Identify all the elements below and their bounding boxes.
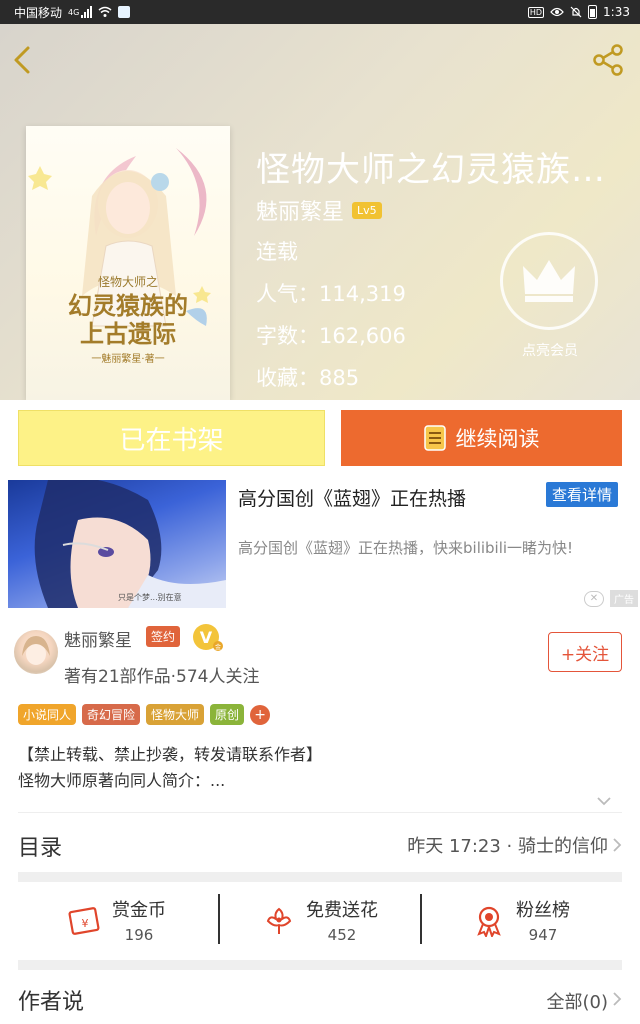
signed-badge: 签约 bbox=[146, 626, 181, 647]
stats-row: ¥ 赏金币 196 免费送花 452 粉丝榜 947 bbox=[18, 882, 622, 958]
intro-line-2: 怪物大师原著向同人简介：... bbox=[18, 771, 226, 790]
ad-title[interactable]: 高分国创《蓝翅》正在热播 bbox=[238, 484, 466, 511]
chevron-right-icon bbox=[613, 992, 622, 1006]
cover-illustration: 怪物大师之 幻灵猿族的 上古遗际 一魅丽繁星·著一 bbox=[28, 148, 211, 365]
book-cover[interactable]: 怪物大师之 幻灵猿族的 上古遗际 一魅丽繁星·著一 bbox=[26, 126, 230, 400]
ad-tag: 广告 bbox=[610, 590, 638, 607]
flower-icon bbox=[266, 907, 292, 934]
expand-chevron-icon[interactable] bbox=[594, 794, 614, 808]
book-favorites: 收藏：885 bbox=[256, 366, 360, 390]
network-label: 4G bbox=[68, 7, 80, 17]
ad-close-icon[interactable]: ✕ bbox=[584, 590, 604, 607]
stat-label: 粉丝榜 bbox=[516, 900, 570, 921]
ad-image-caption: 只是个梦...别在意 bbox=[118, 592, 182, 602]
verified-badge-icon: V 金 bbox=[193, 624, 223, 651]
add-tag-button[interactable]: + bbox=[250, 704, 271, 725]
svg-text:¥: ¥ bbox=[82, 917, 89, 930]
section-divider bbox=[18, 872, 622, 882]
book-word-count: 字数：162,606 bbox=[256, 324, 406, 348]
carrier-label: 中国移动 bbox=[14, 5, 63, 20]
divider bbox=[420, 894, 422, 944]
author-stats: 著有21部作品·574人关注 bbox=[64, 667, 260, 687]
back-icon[interactable] bbox=[8, 42, 38, 78]
continue-reading-label: 继续阅读 bbox=[455, 427, 540, 451]
hd-icon: HD bbox=[527, 6, 545, 18]
vip-label: 点亮会员 bbox=[522, 343, 578, 359]
author-avatar[interactable] bbox=[14, 630, 58, 674]
ad-description: 高分国创《蓝翅》正在热播，快来bilibili一睹为快! bbox=[238, 539, 574, 557]
in-shelf-button[interactable]: 已在书架 bbox=[18, 410, 325, 466]
book-author-name[interactable]: 魅丽繁星 bbox=[256, 194, 344, 226]
stat-label: 赏金币 bbox=[112, 900, 166, 921]
stat-value: 196 bbox=[124, 926, 154, 944]
time-label: 1:33 bbox=[603, 5, 630, 19]
catalog-row[interactable]: 目录 昨天 17:23 · 骑士的信仰 bbox=[0, 820, 640, 868]
author-name[interactable]: 魅丽繁星 bbox=[64, 626, 132, 651]
wifi-icon bbox=[98, 6, 112, 17]
intro-line-1: 【禁止转载、禁止抄袭，转发请联系作者】 bbox=[18, 745, 323, 764]
share-icon[interactable] bbox=[590, 42, 626, 78]
ad-detail-button[interactable]: 查看详情 bbox=[546, 482, 619, 507]
tag-item[interactable]: 怪物大师 bbox=[146, 704, 205, 725]
cover-title-line2: 幻灵猿族的 bbox=[68, 291, 188, 320]
divider bbox=[18, 812, 622, 813]
book-title: 怪物大师之幻灵猿族的... bbox=[256, 150, 636, 190]
ad-footer: ✕ 广告 bbox=[584, 590, 638, 607]
cover-title-line1: 怪物大师之 bbox=[98, 275, 158, 289]
follow-button[interactable]: +关注 bbox=[548, 632, 622, 672]
book-icon bbox=[423, 425, 446, 451]
signal-icon bbox=[81, 6, 93, 18]
section-divider bbox=[18, 960, 622, 970]
book-header: 怪物大师之 幻灵猿族的 上古遗际 一魅丽繁星·著一 怪物大师之幻灵猿族的... … bbox=[0, 24, 640, 400]
book-intro: 【禁止转载、禁止抄袭，转发请联系作者】 怪物大师原著向同人简介：... bbox=[18, 742, 622, 794]
status-bar: 中国移动 4G HD 1:33 bbox=[0, 0, 640, 24]
ad-banner[interactable]: 只是个梦...别在意 高分国创《蓝翅》正在热播 查看详情 高分国创《蓝翅》正在热… bbox=[0, 478, 640, 614]
verified-badge-sub: 金 bbox=[215, 643, 221, 651]
send-flower-button[interactable]: 免费送花 452 bbox=[262, 882, 378, 958]
continue-reading-button[interactable]: 继续阅读 bbox=[341, 410, 622, 466]
author-level-badge: Lv5 bbox=[352, 201, 382, 219]
battery-icon bbox=[588, 5, 598, 19]
author-says-row[interactable]: 作者说 全部(0) bbox=[0, 972, 640, 1024]
mute-bell-icon bbox=[570, 6, 582, 18]
action-bar: 已在书架 继续阅读 bbox=[0, 400, 640, 478]
book-author-line: 魅丽繁星 Lv5 bbox=[256, 194, 382, 226]
verified-badge-letter: V bbox=[200, 628, 213, 647]
tag-list: 小说同人 奇幻冒险 怪物大师 原创 + bbox=[18, 704, 271, 725]
vip-emblem[interactable]: 点亮会员 bbox=[500, 232, 600, 372]
cover-author: 一魅丽繁星·著一 bbox=[91, 352, 164, 365]
tag-item[interactable]: 小说同人 bbox=[18, 704, 77, 725]
fan-ranking-button[interactable]: 粉丝榜 947 bbox=[472, 882, 570, 958]
tag-item[interactable]: 原创 bbox=[210, 704, 245, 725]
coin-envelope-icon: ¥ bbox=[68, 907, 100, 935]
divider bbox=[218, 894, 220, 944]
crown-icon bbox=[500, 232, 598, 330]
book-status: 连载 bbox=[256, 240, 298, 264]
book-popularity: 人气：114,319 bbox=[256, 282, 406, 306]
cover-title-line3: 上古遗际 bbox=[80, 319, 176, 348]
author-says-label: 作者说 bbox=[18, 990, 85, 1015]
stat-value: 452 bbox=[327, 926, 357, 944]
stat-label: 免费送花 bbox=[306, 900, 378, 921]
reward-coins-button[interactable]: ¥ 赏金币 196 bbox=[68, 882, 166, 958]
latest-chapter: 昨天 17:23 · 骑士的信仰 bbox=[407, 836, 608, 857]
medal-icon bbox=[477, 906, 501, 937]
stat-value: 947 bbox=[528, 926, 558, 944]
eye-icon bbox=[550, 7, 564, 17]
chevron-right-icon bbox=[613, 838, 622, 852]
app-notification-icon bbox=[118, 6, 131, 18]
author-says-all: 全部(0) bbox=[546, 992, 609, 1013]
tag-item[interactable]: 奇幻冒险 bbox=[82, 704, 141, 725]
ad-image[interactable]: 只是个梦...别在意 bbox=[8, 480, 226, 608]
catalog-label: 目录 bbox=[18, 836, 63, 861]
